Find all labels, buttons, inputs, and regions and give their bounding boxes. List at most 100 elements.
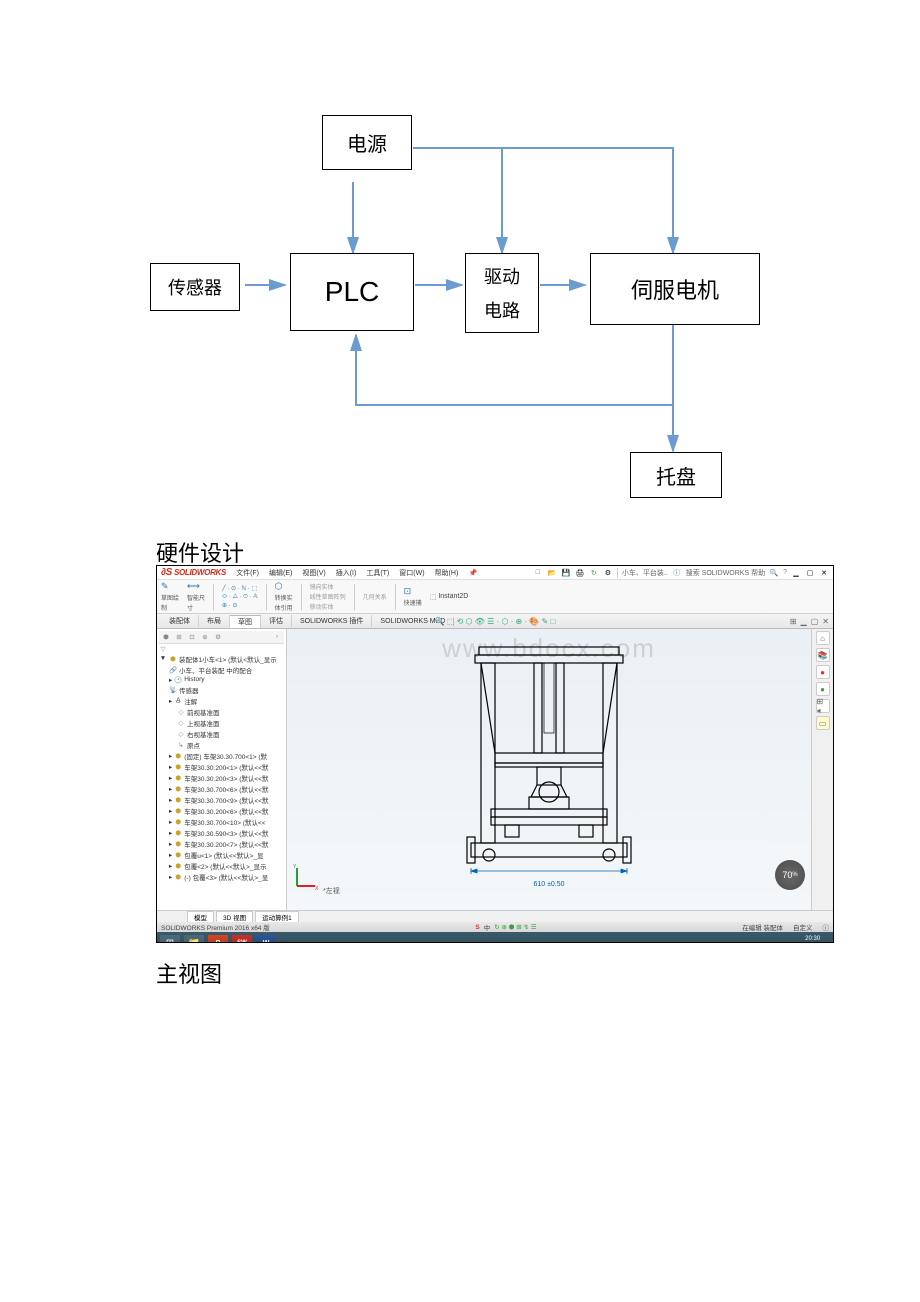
convert-icon[interactable]: ⬡ bbox=[275, 581, 293, 592]
taskpane-expand-icon[interactable]: ⊞ ◂ bbox=[816, 699, 830, 713]
open-icon[interactable]: 📂 bbox=[547, 568, 557, 578]
explorer-icon[interactable]: 📁 bbox=[184, 935, 204, 943]
dimension-value: 610 ±0.50 bbox=[533, 881, 564, 888]
block-diagram: 电源 传感器 PLC 驱动 电路 伺服电机 托盘 bbox=[150, 115, 780, 505]
snap-icon[interactable]: ⊡ bbox=[404, 586, 422, 597]
new-icon[interactable]: □ bbox=[533, 568, 543, 578]
tree-item[interactable]: 车架30.30.200<7> (默认<<默 bbox=[184, 839, 268, 849]
tree-display-icon[interactable]: ⊡ bbox=[187, 633, 197, 641]
menu-tools[interactable]: 工具(T) bbox=[366, 568, 389, 578]
tree-item[interactable]: 车架30.30.590<3> (默认<<默 bbox=[184, 828, 268, 838]
tree-item[interactable]: 小车、平台装配 中的配合 bbox=[179, 665, 252, 675]
pin-icon[interactable]: 📌 bbox=[468, 568, 478, 578]
status-version: SOLIDWORKS Premium 2016 x64 版 bbox=[161, 922, 270, 932]
status-custom[interactable]: 自定义 bbox=[793, 922, 813, 932]
tree-item[interactable]: 包覆<2> (默认<<默认>_显示 bbox=[184, 861, 266, 871]
ime-indicator[interactable]: S bbox=[475, 924, 479, 931]
ribbon-conv-l2: 体引用 bbox=[275, 603, 293, 612]
doc-split-icon[interactable]: ⊞ bbox=[790, 617, 797, 626]
ribbon-move[interactable]: 移动实体 bbox=[310, 602, 346, 611]
tree-item[interactable]: 车架30.30.200<1> (默认<<默 bbox=[184, 762, 268, 772]
tree-item[interactable]: 车架30.30.700<10> (默认<< bbox=[184, 817, 265, 827]
minimize-icon[interactable]: ▁ bbox=[791, 568, 801, 578]
command-tabs: 装配体 布局 草图 评估 SOLIDWORKS 插件 SOLIDWORKS MB… bbox=[157, 614, 833, 629]
tree-item[interactable]: 车架30.30.700<6> (默认<<默 bbox=[184, 784, 268, 794]
tree-item[interactable]: 右视基准面 bbox=[187, 729, 220, 739]
ribbon-relations[interactable]: 几何关系 bbox=[363, 592, 387, 601]
tree-target-icon[interactable]: ⊕ bbox=[200, 633, 210, 641]
rebuild-icon[interactable]: ↻ bbox=[589, 568, 599, 578]
menu-view[interactable]: 视图(V) bbox=[302, 568, 325, 578]
tree-gear-icon[interactable]: ⚙ bbox=[213, 633, 223, 641]
menu-file[interactable]: 文件(F) bbox=[236, 568, 259, 578]
menu-help[interactable]: 帮助(H) bbox=[435, 568, 459, 578]
drawing-canvas[interactable]: www.bdocx.com bbox=[287, 629, 811, 910]
close-icon[interactable]: ✕ bbox=[819, 568, 829, 578]
save-icon[interactable]: 💾 bbox=[561, 568, 571, 578]
menu-edit[interactable]: 编辑(E) bbox=[269, 568, 292, 578]
taskpane-appearances-icon[interactable]: ● bbox=[816, 665, 830, 679]
print-icon[interactable]: 🖨 bbox=[575, 568, 585, 578]
tree-item[interactable]: 注解 bbox=[184, 696, 197, 706]
ribbon-mirror[interactable]: 镜向实体 bbox=[310, 582, 346, 591]
solidworks-screenshot: ∂S SOLIDWORKS 文件(F) 编辑(E) 视图(V) 插入(I) 工具… bbox=[156, 565, 834, 943]
doc-max-icon[interactable]: ▢ bbox=[811, 617, 819, 626]
menu-insert[interactable]: 插入(I) bbox=[336, 568, 357, 578]
ribbon: ✎ 草图绘 制 ⟷ 智能尺 寸 ╱ · ⊙ · ℕ · ⬚ ⬭ · △ · ⊙ … bbox=[157, 580, 833, 614]
solidworks-taskbar-icon[interactable]: SW bbox=[232, 935, 252, 943]
ime-lang[interactable]: 中 bbox=[484, 922, 491, 932]
maximize-icon[interactable]: ▢ bbox=[805, 568, 815, 578]
ribbon-linear[interactable]: 线性草图阵列 bbox=[310, 592, 346, 601]
tree-item[interactable]: 车架30.30.200<6> (默认<<默 bbox=[184, 806, 268, 816]
btab-motion[interactable]: 运动算例1 bbox=[255, 911, 299, 922]
instant2d-icon[interactable]: ⬚ bbox=[430, 593, 437, 601]
word-icon[interactable]: W bbox=[256, 935, 276, 943]
taskpane-note-icon[interactable]: ▭ bbox=[816, 716, 830, 730]
sketch-icon[interactable]: ✎ bbox=[161, 581, 179, 592]
ribbon-dim-l2: 寸 bbox=[187, 603, 205, 612]
tree-item[interactable]: (固定) 车架30.30.700<1> (默 bbox=[184, 751, 267, 761]
tree-item[interactable]: History bbox=[184, 676, 204, 683]
heads-up-toolbar[interactable]: 🔍 ⬚ ⟲ ⬡ 👁 ☰ · ⬡ · ⊕ · 🎨 ✎ □ bbox=[435, 617, 556, 626]
diagram-box-tray: 托盘 bbox=[630, 452, 722, 498]
tree-item[interactable]: 前视基准面 bbox=[187, 707, 220, 717]
system-clock[interactable]: 20:30 2018/3/13 bbox=[799, 936, 830, 943]
tree-item[interactable]: (-) 包覆<3> (默认<<默认>_显 bbox=[184, 872, 268, 882]
help-icon[interactable]: ⓘ bbox=[672, 568, 682, 578]
tree-assembly-icon[interactable]: ⬢ bbox=[161, 633, 171, 641]
tab-plugins[interactable]: SOLIDWORKS 插件 bbox=[292, 615, 372, 627]
tree-item[interactable]: 车架30.30.700<9> (默认<<默 bbox=[184, 795, 268, 805]
tree-config-icon[interactable]: ⊞ bbox=[174, 633, 184, 641]
btab-model[interactable]: 模型 bbox=[187, 911, 214, 922]
taskpane-lib-icon[interactable]: 📚 bbox=[816, 648, 830, 662]
tab-sketch[interactable]: 草图 bbox=[230, 615, 261, 628]
tree-item[interactable]: 上视基准面 bbox=[187, 718, 220, 728]
powerpoint-icon[interactable]: P bbox=[208, 935, 228, 943]
tree-root[interactable]: 装配体1小车<1> (默认<默认_显示 bbox=[179, 654, 277, 664]
tree-item[interactable]: 传感器 bbox=[179, 685, 199, 695]
menu-window[interactable]: 窗口(W) bbox=[399, 568, 424, 578]
btab-3dview[interactable]: 3D 视图 bbox=[216, 911, 253, 922]
tree-item[interactable]: 车架30.30.200<3> (默认<<默 bbox=[184, 773, 268, 783]
tab-evaluate[interactable]: 评估 bbox=[261, 615, 292, 627]
search-icon[interactable]: 🔍 bbox=[769, 568, 779, 578]
start-button[interactable]: ⊞ bbox=[160, 935, 180, 943]
search-box[interactable]: 搜索 SOLIDWORKS 帮助 bbox=[686, 568, 765, 578]
filter-icon[interactable]: ▽ bbox=[159, 645, 167, 653]
taskpane-custom-icon[interactable]: ● bbox=[816, 682, 830, 696]
tab-layout[interactable]: 布局 bbox=[199, 615, 230, 627]
options-icon[interactable]: ⚙ bbox=[603, 568, 613, 578]
tree-expand-icon[interactable]: › bbox=[272, 633, 282, 641]
tree-item[interactable]: 包覆u<1> (默认<<默认>_显 bbox=[184, 850, 263, 860]
dimension-icon[interactable]: ⟷ bbox=[187, 581, 205, 592]
tree-item[interactable]: 原点 bbox=[187, 740, 200, 750]
feature-tree[interactable]: ⬢ ⊞ ⊡ ⊕ ⚙ › ▽ ▼⬢装配体1小车<1> (默认<默认_显示 🔗小车、… bbox=[157, 629, 287, 910]
window-title: 小车、平台装.. bbox=[622, 568, 668, 578]
doc-min-icon[interactable]: ▁ bbox=[801, 617, 807, 626]
ribbon-sketch-l1: 草图绘 bbox=[161, 593, 179, 602]
zoom-dial[interactable]: 70% bbox=[775, 860, 805, 890]
doc-close-icon[interactable]: ✕ bbox=[822, 617, 829, 626]
taskpane-home-icon[interactable]: ⌂ bbox=[816, 631, 830, 645]
tab-assembly[interactable]: 装配体 bbox=[161, 615, 199, 627]
status-help-icon[interactable]: ⓘ bbox=[823, 922, 830, 932]
